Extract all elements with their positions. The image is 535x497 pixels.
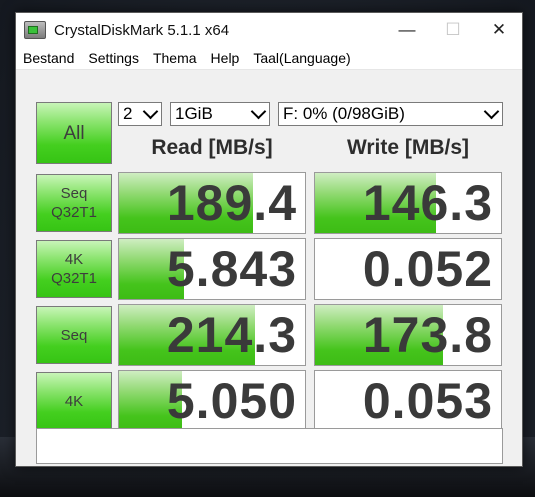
disk-app-icon [24,21,46,39]
menu-help[interactable]: Help [204,50,247,66]
seq-button[interactable]: Seq [36,306,112,364]
read-result-4k: 5.050 [118,370,306,432]
seq-q32t1-button[interactable]: Seq Q32T1 [36,174,112,232]
minimize-button[interactable]: — [384,13,430,47]
menu-language[interactable]: Taal(Language) [246,50,357,66]
test-size-value: 1GiB [175,104,213,123]
menu-bestand[interactable]: Bestand [16,50,81,66]
write-value: 146.3 [362,175,493,231]
read-value: 5.050 [166,373,297,429]
run-all-button[interactable]: All [36,102,112,164]
write-result-seq-q32t1: 146.3 [314,172,502,234]
read-result-seq: 214.3 [118,304,306,366]
write-value: 0.053 [362,373,493,429]
write-result-4k-q32t1: 0.052 [314,238,502,300]
write-result-seq: 173.8 [314,304,502,366]
4k-button[interactable]: 4K [36,372,112,430]
app-window: CrystalDiskMark 5.1.1 x64 — ☐ ✕ Bestand … [15,12,523,467]
write-value: 0.052 [362,241,493,297]
test-label-line2: Q32T1 [51,204,97,221]
read-result-seq-q32t1: 189.4 [118,172,306,234]
4k-q32t1-button[interactable]: 4K Q32T1 [36,240,112,298]
run-all-label: All [63,122,85,144]
read-result-4k-q32t1: 5.843 [118,238,306,300]
test-label-line2: Q32T1 [51,270,97,287]
write-result-4k: 0.053 [314,370,502,432]
chevron-down-icon [483,103,500,120]
test-label-line1: Seq [60,185,88,202]
menu-thema[interactable]: Thema [146,50,204,66]
write-header: Write [MB/s] [346,136,470,159]
maximize-button[interactable]: ☐ [430,13,476,47]
test-count-select[interactable]: 2 [118,102,162,126]
read-value: 214.3 [166,307,297,363]
comment-field[interactable] [36,428,503,464]
drive-select[interactable]: F: 0% (0/98GiB) [278,102,503,126]
close-button[interactable]: ✕ [476,13,522,47]
test-label-line1: Seq [60,326,88,344]
chevron-down-icon [250,103,267,120]
window-title: CrystalDiskMark 5.1.1 x64 [54,21,230,39]
read-value: 189.4 [166,175,297,231]
test-size-select[interactable]: 1GiB [170,102,270,126]
main-panel: All 2 1GiB F: 0% (0/98GiB) Read [MB/s] W… [16,70,522,466]
test-label-line1: 4K [64,392,84,410]
drive-value: F: 0% (0/98GiB) [283,104,405,123]
chevron-down-icon [142,103,159,120]
menu-bar: Bestand Settings Thema Help Taal(Languag… [16,47,522,70]
test-label-line1: 4K [64,251,84,268]
write-value: 173.8 [362,307,493,363]
title-bar: CrystalDiskMark 5.1.1 x64 — ☐ ✕ [16,13,522,47]
read-value: 5.843 [166,241,297,297]
menu-settings[interactable]: Settings [81,50,146,66]
read-header: Read [MB/s] [151,136,273,159]
test-count-value: 2 [123,104,133,123]
